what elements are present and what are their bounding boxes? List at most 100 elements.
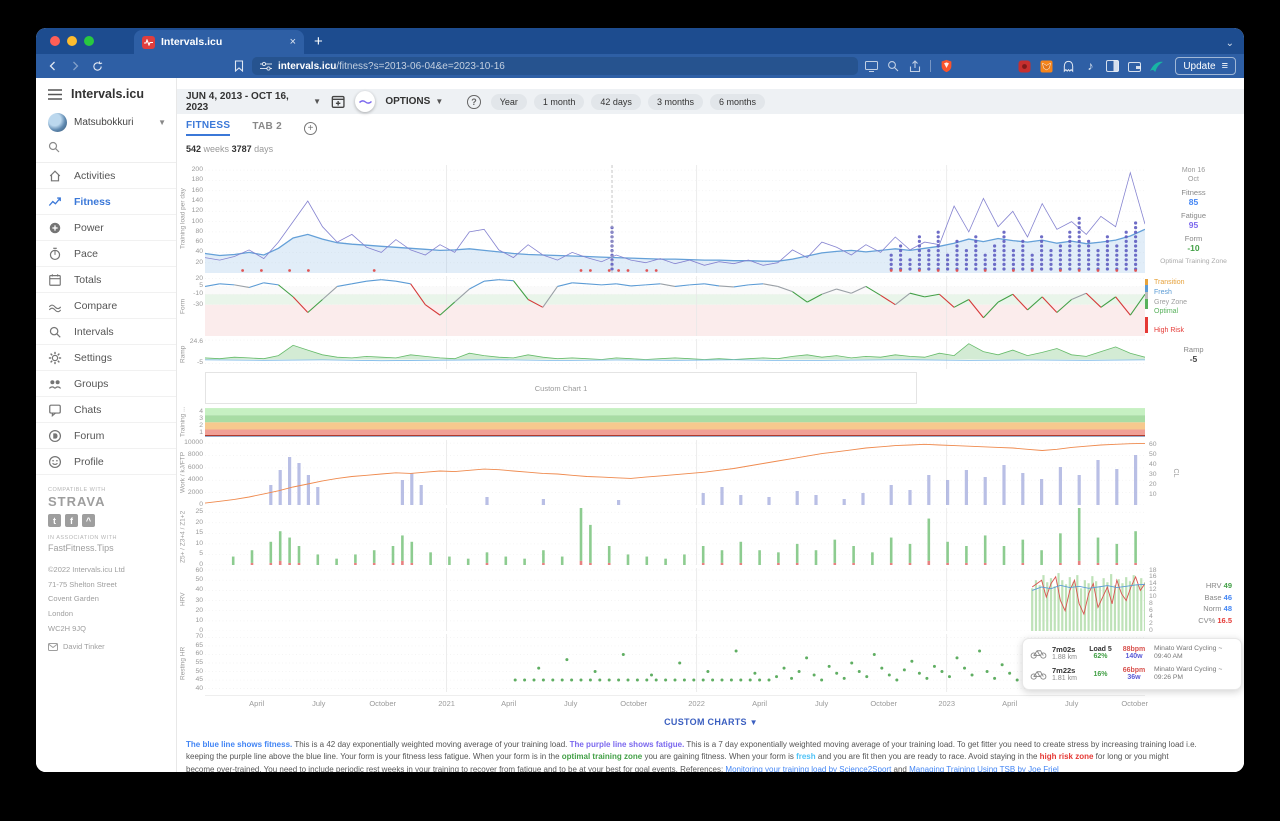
bookmark-icon[interactable] xyxy=(230,57,248,75)
strava-icon[interactable]: ^ xyxy=(82,514,95,527)
fitness-plot[interactable] xyxy=(205,165,1145,273)
window-controls[interactable] xyxy=(50,36,94,46)
extension-sidepanel-icon[interactable] xyxy=(1103,58,1121,74)
sidebar-item-activities[interactable]: Activities xyxy=(36,163,176,189)
compare-lines-icon xyxy=(48,299,62,313)
training-plot[interactable] xyxy=(205,407,1145,437)
date-range-button[interactable]: JUN 4, 2013 - OCT 16, 2023▼ xyxy=(186,91,321,113)
tab-2[interactable]: TAB 2 xyxy=(252,121,282,135)
tab-title: Intervals.icu xyxy=(161,36,284,48)
tooltip-row-1[interactable]: 7m02s1.88 km Load 562% 88bpm140w Minato … xyxy=(1030,643,1234,664)
browser-tab-bar: Intervals.icu × + ⌄ xyxy=(36,28,1244,54)
forward-button[interactable] xyxy=(66,57,84,75)
extension-metamask-icon[interactable] xyxy=(1037,58,1055,74)
calendar-today-icon[interactable] xyxy=(331,94,345,109)
ramp-plot[interactable] xyxy=(205,339,1145,369)
tab-close-icon[interactable]: × xyxy=(290,36,296,48)
line-style-toggle[interactable] xyxy=(355,91,375,112)
custom-charts-button[interactable]: CUSTOM CHARTS ▼ xyxy=(180,717,1242,727)
y-tick: 5 xyxy=(199,283,203,290)
sidebar-item-compare[interactable]: Compare xyxy=(36,293,176,319)
leo-ai-icon[interactable] xyxy=(1147,58,1165,74)
help-button[interactable]: ? xyxy=(467,95,480,109)
sidebar-item-forum[interactable]: Forum xyxy=(36,423,176,449)
share-icon[interactable] xyxy=(906,58,924,74)
contact-link[interactable]: David Tinker xyxy=(48,642,164,651)
range-6months-button[interactable]: 6 months xyxy=(710,94,765,110)
reference-link[interactable]: Managing Training Using TSB by Joe Friel xyxy=(909,765,1059,772)
form-legend: Transition Fresh Grey Zone Optimal High … xyxy=(1145,276,1242,336)
reference-link[interactable]: Monitoring your training load by Science… xyxy=(725,765,891,772)
update-button[interactable]: Update ≡ xyxy=(1175,57,1236,75)
facebook-icon[interactable]: f xyxy=(65,514,78,527)
right-y-tick: 30 xyxy=(1149,472,1157,479)
add-tab-button[interactable]: + xyxy=(304,122,317,135)
y-tick: 20 xyxy=(195,520,203,527)
url-bar[interactable]: intervals.icu/fitness?s=2013-06-04&e=202… xyxy=(252,57,858,75)
work-plot[interactable] xyxy=(205,440,1145,505)
y-tick: 50 xyxy=(195,669,203,676)
desktop: Intervals.icu × + ⌄ intervals.icu/fitnes… xyxy=(0,0,1280,821)
maximize-window-button[interactable] xyxy=(84,36,94,46)
x-axis-label: 2022 xyxy=(688,699,705,708)
extension-music-icon[interactable]: ♪ xyxy=(1081,58,1099,74)
custom-chart1-plot[interactable]: Custom Chart 1 xyxy=(205,372,1145,404)
sidebar-item-groups[interactable]: Groups xyxy=(36,371,176,397)
sidebar-item-power[interactable]: Power xyxy=(36,215,176,241)
y-tick: 55 xyxy=(195,660,203,667)
close-window-button[interactable] xyxy=(50,36,60,46)
range-year-button[interactable]: Year xyxy=(491,94,527,110)
work-right-axis: CL 605040302010 xyxy=(1145,440,1242,505)
minimize-window-button[interactable] xyxy=(67,36,77,46)
sidebar-search[interactable] xyxy=(36,137,176,163)
description-text: This is a 42 day exponentially weighted … xyxy=(292,740,569,749)
back-button[interactable] xyxy=(44,57,62,75)
site-settings-icon[interactable] xyxy=(260,61,272,71)
sidebar-item-profile[interactable]: Profile xyxy=(36,449,176,475)
hamburger-icon[interactable] xyxy=(48,89,62,100)
sidebar-item-pace[interactable]: Pace xyxy=(36,241,176,267)
work-axis-label: Work / kJ/FTP xyxy=(178,440,188,505)
y-tick: -10 xyxy=(193,291,203,298)
x-axis-label: July xyxy=(1065,699,1078,708)
extension-red-icon[interactable] xyxy=(1015,58,1033,74)
y-tick: 10 xyxy=(195,618,203,625)
tab-list-chevron-icon[interactable]: ⌄ xyxy=(1226,38,1234,49)
form-plot[interactable] xyxy=(205,276,1145,336)
y-tick: 8000 xyxy=(188,452,203,459)
chart-training-row: Training ...4321 xyxy=(180,407,1242,437)
range-1month-button[interactable]: 1 month xyxy=(534,94,585,110)
sidebar-item-fitness[interactable]: Fitness xyxy=(36,189,176,215)
zone-color-strip xyxy=(1145,279,1148,333)
range-42days-button[interactable]: 42 days xyxy=(591,94,641,110)
user-menu[interactable]: Matsubokkuri ▼ xyxy=(36,108,176,137)
zones-plot[interactable] xyxy=(205,508,1145,565)
menu-icon[interactable]: ≡ xyxy=(1222,60,1228,72)
tab-fitness[interactable]: FITNESS xyxy=(186,120,230,136)
description-text: high risk zone xyxy=(1040,752,1094,761)
sidebar-item-intervals[interactable]: Intervals xyxy=(36,319,176,345)
options-button[interactable]: OPTIONS▼ xyxy=(385,96,443,107)
sidebar-footer: COMPATIBLE WITH STRAVA t f ^ IN ASSOCIAT… xyxy=(36,475,176,663)
hrv-norm-value: 48 xyxy=(1224,604,1232,613)
browser-tab[interactable]: Intervals.icu × xyxy=(134,30,304,54)
new-tab-button[interactable]: + xyxy=(314,33,323,50)
sidebar-item-chats[interactable]: Chats xyxy=(36,397,176,423)
twitter-icon[interactable]: t xyxy=(48,514,61,527)
sidebar-item-totals[interactable]: Totals xyxy=(36,267,176,293)
range-3months-button[interactable]: 3 months xyxy=(648,94,703,110)
hrv-plot[interactable] xyxy=(205,568,1145,631)
resting-plot[interactable] xyxy=(205,634,1145,692)
brave-shield-icon[interactable] xyxy=(937,58,955,74)
extension-wallet-icon[interactable] xyxy=(1125,58,1143,74)
search-icon[interactable] xyxy=(884,58,902,74)
screen-share-icon[interactable] xyxy=(862,58,880,74)
sidebar-item-settings[interactable]: Settings xyxy=(36,345,176,371)
association-name[interactable]: FastFitness.Tips xyxy=(48,543,164,553)
custom-chart1-placeholder[interactable]: Custom Chart 1 xyxy=(205,372,917,404)
reload-button[interactable] xyxy=(88,57,106,75)
extension-phantom-icon[interactable] xyxy=(1059,58,1077,74)
gear-icon xyxy=(48,351,62,365)
tooltip-row-2[interactable]: 7m22s1.81 km 16% 66bpm36w Minato Ward Cy… xyxy=(1030,664,1234,685)
description-text: The blue line shows fitness. xyxy=(186,740,292,749)
